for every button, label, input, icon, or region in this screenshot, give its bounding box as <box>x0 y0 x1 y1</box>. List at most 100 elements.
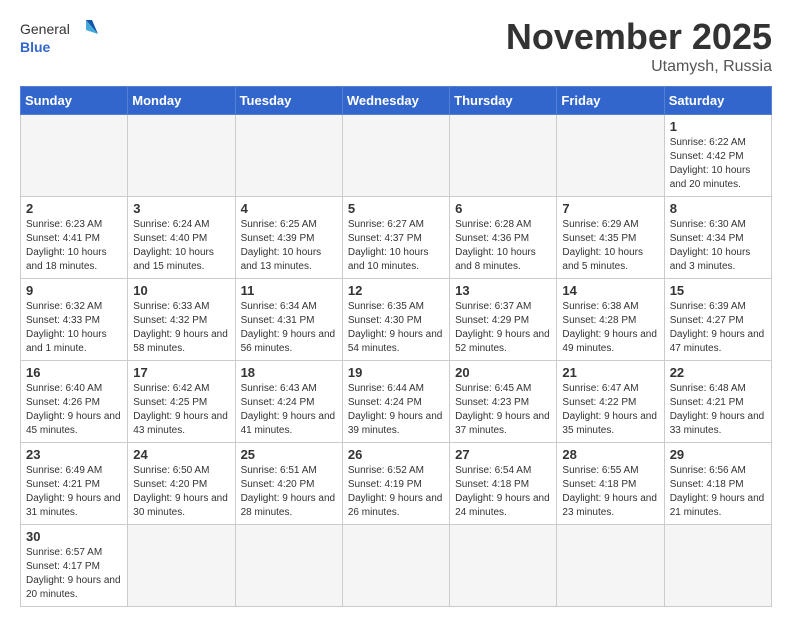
day-cell: 8Sunrise: 6:30 AM Sunset: 4:34 PM Daylig… <box>664 197 771 279</box>
day-cell <box>557 525 664 607</box>
day-info: Sunrise: 6:52 AM Sunset: 4:19 PM Dayligh… <box>348 464 444 520</box>
day-number: 2 <box>26 201 122 216</box>
day-cell: 9 Sunrise: 6:32 AM Sunset: 4:33 PM Daylig… <box>21 279 128 361</box>
col-header-wednesday: Wednesday <box>342 87 449 115</box>
day-cell: 12 Sunrise: 6:35 AM Sunset: 4:30 PM Dayli… <box>342 279 449 361</box>
day-number: 17 <box>133 365 229 380</box>
day-number: 3 <box>133 201 229 216</box>
day-number: 18 <box>241 365 337 380</box>
day-cell: 14 Sunrise: 6:38 AM Sunset: 4:28 PM Dayli… <box>557 279 664 361</box>
day-cell <box>450 115 557 197</box>
day-cell <box>21 115 128 197</box>
day-cell: 10Sunrise: 6:33 AM Sunset: 4:32 PM Dayli… <box>128 279 235 361</box>
day-cell <box>450 525 557 607</box>
day-info: Sunrise: 6:55 AM Sunset: 4:18 PM Dayligh… <box>562 464 658 520</box>
day-info: Sunrise: 6:35 AM Sunset: 4:30 PM Dayligh… <box>348 300 444 356</box>
day-info: Sunrise: 6:22 AM Sunset: 4:42 PM Dayligh… <box>670 136 766 192</box>
day-info: Sunrise: 6:40 AM Sunset: 4:26 PM Dayligh… <box>26 382 122 438</box>
day-cell: 15Sunrise: 6:39 AM Sunset: 4:27 PM Dayli… <box>664 279 771 361</box>
week-row-3: 16Sunrise: 6:40 AM Sunset: 4:26 PM Dayli… <box>21 361 772 443</box>
day-cell <box>235 525 342 607</box>
day-cell: 17 Sunrise: 6:42 AM Sunset: 4:25 PM Dayli… <box>128 361 235 443</box>
day-cell: 19 Sunrise: 6:44 AM Sunset: 4:24 PM Dayli… <box>342 361 449 443</box>
col-header-thursday: Thursday <box>450 87 557 115</box>
day-cell: 16Sunrise: 6:40 AM Sunset: 4:26 PM Dayli… <box>21 361 128 443</box>
day-info: Sunrise: 6:48 AM Sunset: 4:21 PM Dayligh… <box>670 382 766 438</box>
day-info: Sunrise: 6:56 AM Sunset: 4:18 PM Dayligh… <box>670 464 766 520</box>
day-number: 1 <box>670 119 766 134</box>
day-info: Sunrise: 6:47 AM Sunset: 4:22 PM Dayligh… <box>562 382 658 438</box>
day-cell: 23Sunrise: 6:49 AM Sunset: 4:21 PM Dayli… <box>21 443 128 525</box>
page: General Blue November 2025 Utamysh, Russ… <box>0 0 792 627</box>
day-number: 13 <box>455 283 551 298</box>
day-cell <box>128 525 235 607</box>
day-number: 12 <box>348 283 444 298</box>
day-number: 26 <box>348 447 444 462</box>
day-info: Sunrise: 6:38 AM Sunset: 4:28 PM Dayligh… <box>562 300 658 356</box>
day-info: Sunrise: 6:32 AM Sunset: 4:33 PM Dayligh… <box>26 300 122 356</box>
day-number: 24 <box>133 447 229 462</box>
day-headers-row: SundayMondayTuesdayWednesdayThursdayFrid… <box>21 87 772 115</box>
day-number: 9 <box>26 283 122 298</box>
day-number: 21 <box>562 365 658 380</box>
day-number: 27 <box>455 447 551 462</box>
col-header-monday: Monday <box>128 87 235 115</box>
day-number: 15 <box>670 283 766 298</box>
day-cell: 4Sunrise: 6:25 AM Sunset: 4:39 PM Daylig… <box>235 197 342 279</box>
week-row-2: 9 Sunrise: 6:32 AM Sunset: 4:33 PM Daylig… <box>21 279 772 361</box>
day-cell <box>342 525 449 607</box>
week-row-5: 30Sunrise: 6:57 AM Sunset: 4:17 PM Dayli… <box>21 525 772 607</box>
day-info: Sunrise: 6:34 AM Sunset: 4:31 PM Dayligh… <box>241 300 337 356</box>
col-header-sunday: Sunday <box>21 87 128 115</box>
day-cell: 30Sunrise: 6:57 AM Sunset: 4:17 PM Dayli… <box>21 525 128 607</box>
day-number: 22 <box>670 365 766 380</box>
day-info: Sunrise: 6:57 AM Sunset: 4:17 PM Dayligh… <box>26 546 122 602</box>
day-number: 19 <box>348 365 444 380</box>
header: General Blue November 2025 Utamysh, Russ… <box>20 16 772 76</box>
day-number: 20 <box>455 365 551 380</box>
day-info: Sunrise: 6:50 AM Sunset: 4:20 PM Dayligh… <box>133 464 229 520</box>
day-cell: 7Sunrise: 6:29 AM Sunset: 4:35 PM Daylig… <box>557 197 664 279</box>
day-cell: 22 Sunrise: 6:48 AM Sunset: 4:21 PM Dayli… <box>664 361 771 443</box>
day-info: Sunrise: 6:33 AM Sunset: 4:32 PM Dayligh… <box>133 300 229 356</box>
day-info: Sunrise: 6:49 AM Sunset: 4:21 PM Dayligh… <box>26 464 122 520</box>
day-number: 14 <box>562 283 658 298</box>
day-cell: 28 Sunrise: 6:55 AM Sunset: 4:18 PM Dayli… <box>557 443 664 525</box>
day-cell: 21 Sunrise: 6:47 AM Sunset: 4:22 PM Dayli… <box>557 361 664 443</box>
col-header-saturday: Saturday <box>664 87 771 115</box>
day-info: Sunrise: 6:42 AM Sunset: 4:25 PM Dayligh… <box>133 382 229 438</box>
day-number: 4 <box>241 201 337 216</box>
day-number: 29 <box>670 447 766 462</box>
location: Utamysh, Russia <box>506 58 772 76</box>
day-info: Sunrise: 6:28 AM Sunset: 4:36 PM Dayligh… <box>455 218 551 274</box>
generalblue-logo-icon: General Blue <box>20 16 100 58</box>
week-row-0: 1 Sunrise: 6:22 AM Sunset: 4:42 PM Daylig… <box>21 115 772 197</box>
day-info: Sunrise: 6:23 AM Sunset: 4:41 PM Dayligh… <box>26 218 122 274</box>
month-title: November 2025 <box>506 16 772 58</box>
day-cell: 2 Sunrise: 6:23 AM Sunset: 4:41 PM Daylig… <box>21 197 128 279</box>
day-cell: 25Sunrise: 6:51 AM Sunset: 4:20 PM Dayli… <box>235 443 342 525</box>
day-cell: 24 Sunrise: 6:50 AM Sunset: 4:20 PM Dayli… <box>128 443 235 525</box>
day-number: 28 <box>562 447 658 462</box>
day-cell: 13 Sunrise: 6:37 AM Sunset: 4:29 PM Dayli… <box>450 279 557 361</box>
day-info: Sunrise: 6:54 AM Sunset: 4:18 PM Dayligh… <box>455 464 551 520</box>
calendar-table: SundayMondayTuesdayWednesdayThursdayFrid… <box>20 86 772 607</box>
day-number: 6 <box>455 201 551 216</box>
day-cell <box>128 115 235 197</box>
day-cell: 26 Sunrise: 6:52 AM Sunset: 4:19 PM Dayli… <box>342 443 449 525</box>
day-info: Sunrise: 6:29 AM Sunset: 4:35 PM Dayligh… <box>562 218 658 274</box>
title-block: November 2025 Utamysh, Russia <box>506 16 772 76</box>
logo: General Blue <box>20 16 100 58</box>
week-row-4: 23Sunrise: 6:49 AM Sunset: 4:21 PM Dayli… <box>21 443 772 525</box>
day-info: Sunrise: 6:43 AM Sunset: 4:24 PM Dayligh… <box>241 382 337 438</box>
day-cell: 3Sunrise: 6:24 AM Sunset: 4:40 PM Daylig… <box>128 197 235 279</box>
day-number: 8 <box>670 201 766 216</box>
day-info: Sunrise: 6:27 AM Sunset: 4:37 PM Dayligh… <box>348 218 444 274</box>
day-info: Sunrise: 6:44 AM Sunset: 4:24 PM Dayligh… <box>348 382 444 438</box>
day-cell <box>235 115 342 197</box>
day-cell <box>557 115 664 197</box>
day-cell: 1 Sunrise: 6:22 AM Sunset: 4:42 PM Daylig… <box>664 115 771 197</box>
day-info: Sunrise: 6:37 AM Sunset: 4:29 PM Dayligh… <box>455 300 551 356</box>
day-cell <box>664 525 771 607</box>
day-number: 5 <box>348 201 444 216</box>
